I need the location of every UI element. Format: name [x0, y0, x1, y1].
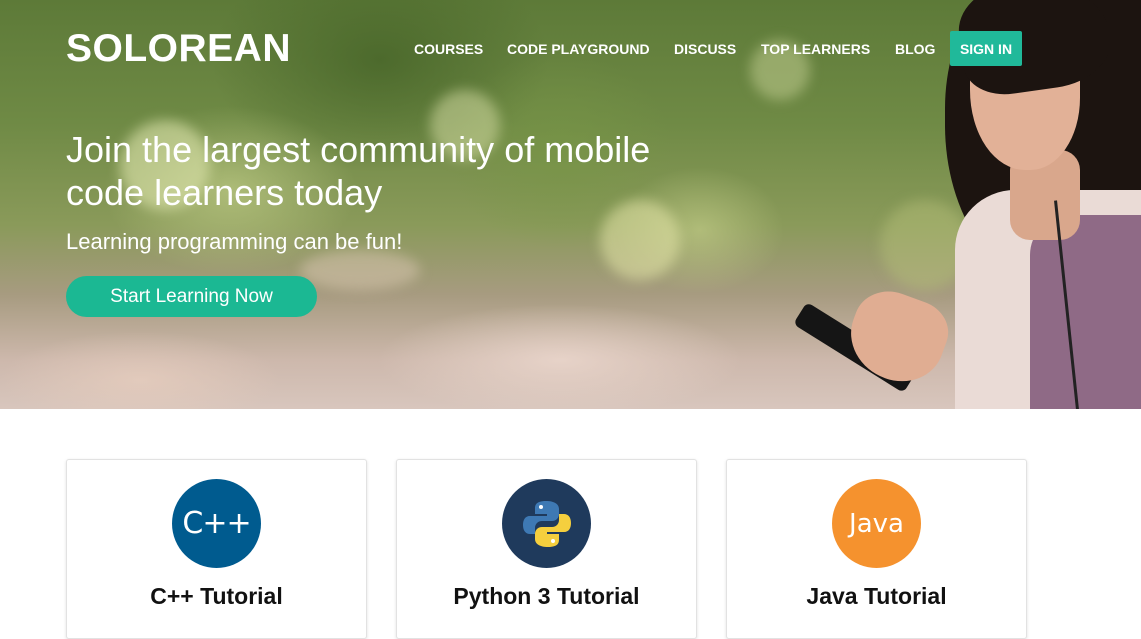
hero-headline: Join the largest community of mobile cod…: [66, 129, 651, 213]
course-card-python[interactable]: Python 3 Tutorial: [396, 459, 697, 639]
python-logo-icon: [502, 479, 591, 568]
nav-discuss[interactable]: DISCUSS: [674, 41, 736, 57]
nav-blog[interactable]: BLOG: [895, 41, 935, 57]
course-title: Java Tutorial: [806, 583, 947, 609]
course-title: Python 3 Tutorial: [453, 583, 640, 609]
java-logo-icon: Java: [832, 479, 921, 568]
hero-subline: Learning programming can be fun!: [66, 229, 403, 254]
site-logo[interactable]: SOLOREAN: [66, 27, 291, 71]
nav-code-playground[interactable]: CODE PLAYGROUND: [507, 41, 650, 57]
sign-in-button[interactable]: SIGN IN: [950, 31, 1022, 66]
course-card-java[interactable]: Java Java Tutorial: [726, 459, 1027, 639]
course-card-cpp[interactable]: C++ C++ Tutorial: [66, 459, 367, 639]
nav-top-learners[interactable]: TOP LEARNERS: [761, 41, 870, 57]
start-learning-button[interactable]: Start Learning Now: [66, 276, 317, 317]
nav-courses[interactable]: COURSES: [414, 41, 483, 57]
course-title: C++ Tutorial: [150, 583, 283, 609]
cpp-logo-icon: C++: [172, 479, 261, 568]
